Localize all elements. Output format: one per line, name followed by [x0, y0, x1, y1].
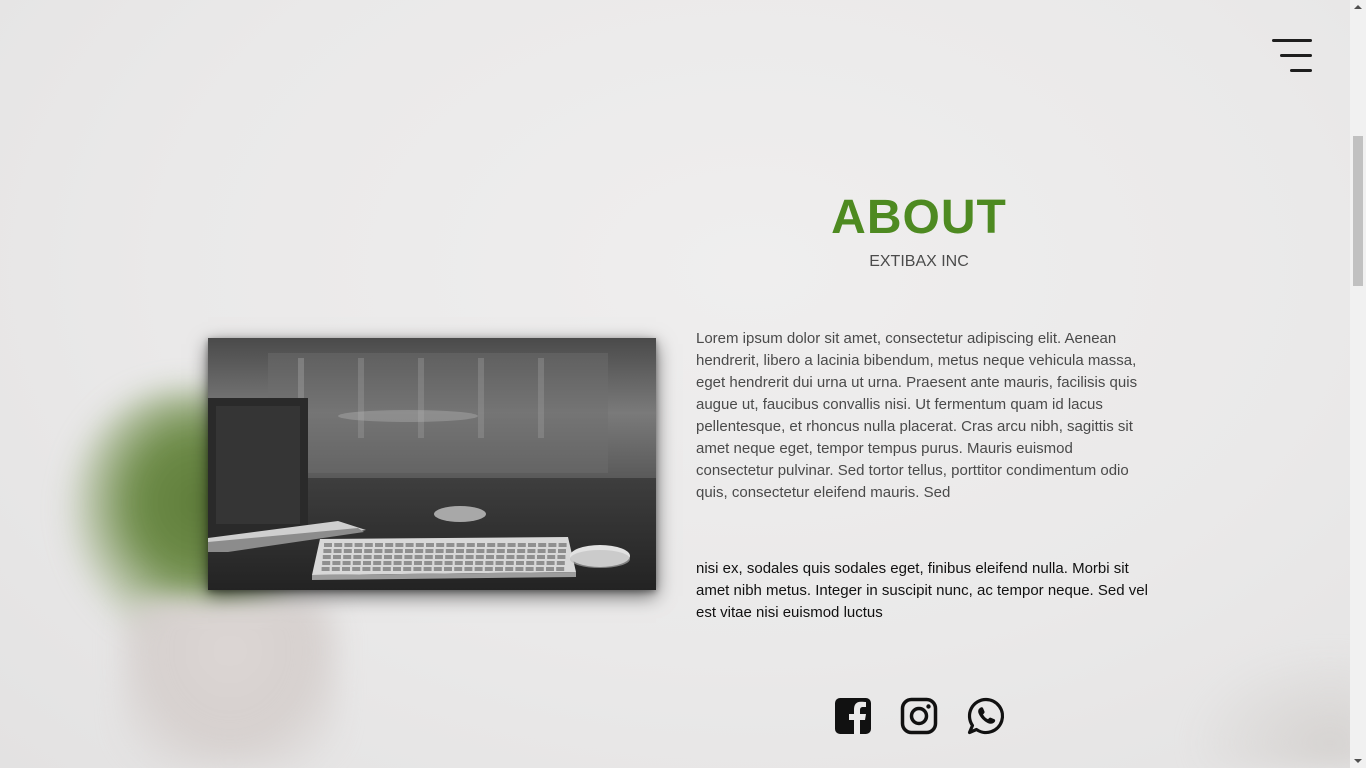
facebook-link[interactable]	[834, 697, 872, 735]
page-subtitle: EXTIBAX INC	[869, 253, 969, 270]
scroll-down-arrow-icon[interactable]	[1354, 759, 1362, 763]
whatsapp-link[interactable]	[967, 697, 1005, 735]
hamburger-menu-icon	[1272, 39, 1312, 42]
instagram-link[interactable]	[900, 697, 938, 735]
facebook-icon	[835, 698, 871, 734]
scroll-up-arrow-icon[interactable]	[1354, 5, 1362, 9]
page-title: ABOUT	[831, 191, 1007, 244]
scrollbar-thumb[interactable]	[1353, 136, 1363, 286]
about-highlight-paragraph: nisi ex, sodales quis sodales eget, fini…	[696, 560, 1148, 621]
menu-button[interactable]	[1270, 38, 1312, 74]
whatsapp-icon	[967, 697, 1005, 735]
background-corner-shadow	[1186, 648, 1366, 768]
about-photo	[208, 338, 656, 590]
about-paragraph: Lorem ipsum dolor sit amet, consectetur …	[696, 330, 1138, 501]
vertical-scrollbar[interactable]	[1350, 0, 1366, 768]
instagram-icon	[900, 697, 938, 735]
background-pot	[120, 600, 340, 768]
